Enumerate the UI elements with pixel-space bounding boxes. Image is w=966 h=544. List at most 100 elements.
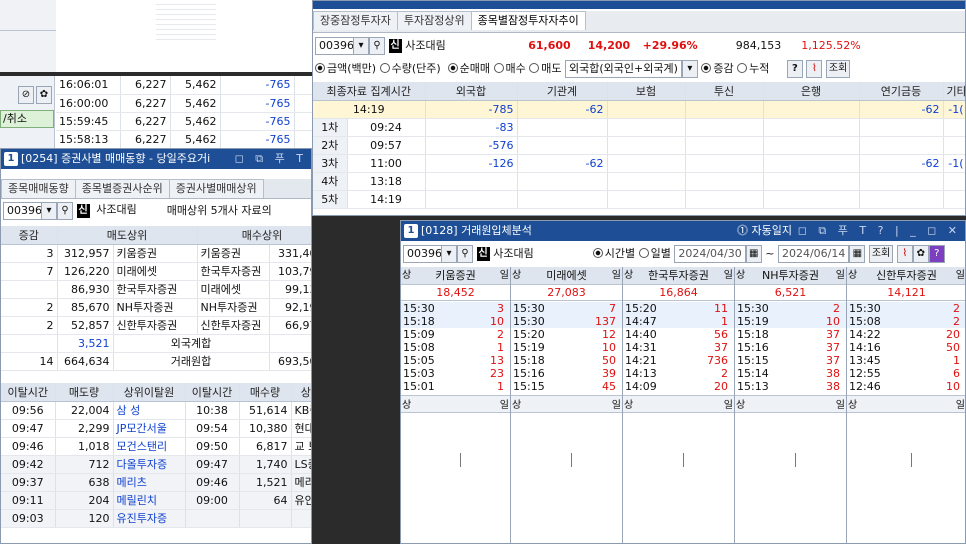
- tick-row[interactable]: 12:46 10: [847, 380, 965, 393]
- tick-row[interactable]: 15:18 50: [511, 354, 622, 367]
- search-icon[interactable]: ⚲: [57, 202, 73, 220]
- header-buy-top[interactable]: 매수상위: [197, 226, 311, 245]
- tab-1[interactable]: 종목매매동향: [1, 179, 76, 198]
- broker-column-header-2[interactable]: 상일: [735, 395, 846, 413]
- tick-row[interactable]: 15:08 2: [847, 315, 965, 328]
- departure-row[interactable]: 09:461,018모건스탠리09:506,817교 보: [1, 437, 311, 456]
- chevron-down-icon[interactable]: ▾: [441, 245, 457, 263]
- investor-header[interactable]: 투신: [685, 82, 764, 101]
- tick-row[interactable]: 15:14 38: [735, 367, 846, 380]
- tick-row[interactable]: 14:47 1: [623, 315, 734, 328]
- departure-header[interactable]: 상위이탈원: [291, 383, 311, 402]
- broker-column-header-2[interactable]: 상일: [401, 395, 510, 413]
- radio-sell[interactable]: [529, 63, 540, 73]
- window-titlebar[interactable]: 1 [0254] 증권사별 매매동향 - 당일주요거i ◻ ⧉ 푸 T: [1, 149, 311, 169]
- departure-row[interactable]: 09:37638메리츠09:461,521메리츠: [1, 473, 311, 492]
- tick-row[interactable]: 15:30 137: [511, 315, 622, 328]
- latest-row[interactable]: 14:19 -785 -62 -62 -1(: [313, 100, 965, 119]
- investor-header[interactable]: 보험: [607, 82, 686, 101]
- tick-row[interactable]: 15:30 3: [401, 302, 510, 315]
- stock-code-input[interactable]: 003960: [315, 37, 361, 55]
- radio-by-day[interactable]: [638, 248, 649, 258]
- tick-row[interactable]: 15:13 38: [735, 380, 846, 393]
- tick-row[interactable]: 15:05 13: [401, 354, 510, 367]
- broker-column-header[interactable]: 상 키움증권 일: [401, 267, 510, 285]
- radio-change[interactable]: [701, 63, 712, 73]
- tick-row[interactable]: 15:58:13 6,227 5,462 -765: [56, 130, 312, 148]
- tick-row[interactable]: 15:01 1: [401, 380, 510, 393]
- departure-header[interactable]: 상위이탈원: [113, 383, 186, 402]
- broker-column-header-2[interactable]: 상일: [511, 395, 622, 413]
- tick-row[interactable]: 15:03 23: [401, 367, 510, 380]
- gear-icon[interactable]: ✿: [36, 86, 52, 104]
- query-button[interactable]: 조회: [825, 60, 851, 78]
- tick-row[interactable]: 15:16 39: [511, 367, 622, 380]
- window-titlebar[interactable]: [313, 1, 965, 9]
- cancel-button[interactable]: /취소: [0, 110, 54, 128]
- stock-code-input[interactable]: 003960: [3, 202, 49, 220]
- broker-row[interactable]: 3312,957키움증권키움증권331,409: [1, 244, 311, 263]
- radio-cumulative[interactable]: [737, 63, 748, 73]
- tick-row[interactable]: 15:30 2: [735, 302, 846, 315]
- tick-row[interactable]: 14:40 56: [623, 328, 734, 341]
- tick-row[interactable]: 14:21 736: [623, 354, 734, 367]
- window-titlebar[interactable]: 1 [0128] 거래원입체분석 ⓵ 자동일지 ◻ ⧉ 푸 T ? | _ ◻ …: [401, 221, 965, 241]
- window-controls-icon[interactable]: ◻ ⧉ 푸 T: [235, 149, 307, 169]
- broker-column-header[interactable]: 상 NH투자증권 일: [735, 267, 846, 285]
- tick-row[interactable]: 15:19 10: [735, 315, 846, 328]
- round-row[interactable]: 3차 11:00 -126 -62 -62 -1(: [313, 154, 965, 173]
- round-row[interactable]: 2차 09:57 -576: [313, 136, 965, 155]
- autosave-label[interactable]: 자동일지: [752, 224, 792, 237]
- tick-row[interactable]: 15:59:45 6,227 5,462 -765: [56, 112, 312, 131]
- tick-row[interactable]: 15:09 2: [401, 328, 510, 341]
- round-row[interactable]: 1차 09:24 -83: [313, 118, 965, 137]
- help-icon[interactable]: ?: [928, 245, 945, 263]
- tab-3[interactable]: 증권사별매매상위: [168, 179, 264, 198]
- chevron-down-icon[interactable]: ▾: [681, 60, 698, 78]
- investor-header[interactable]: 은행: [763, 82, 860, 101]
- tick-row[interactable]: 14:22 20: [847, 328, 965, 341]
- tick-row[interactable]: 14:31 37: [623, 341, 734, 354]
- tick-row[interactable]: 15:15 37: [735, 354, 846, 367]
- chevron-down-icon[interactable]: ▾: [353, 37, 369, 55]
- broker-row[interactable]: 252,857신한투자증권신한투자증권66,978: [1, 316, 311, 335]
- scroll-track[interactable]: [156, 0, 216, 40]
- search-icon[interactable]: ⚲: [369, 37, 385, 55]
- query-button[interactable]: 조회: [868, 245, 894, 263]
- stock-name-field[interactable]: 사조대림: [93, 202, 164, 220]
- departure-header[interactable]: 매도량: [55, 383, 114, 402]
- date-to-input[interactable]: 2024/06/14: [777, 245, 850, 263]
- edit-icon[interactable]: ⊘: [18, 86, 34, 104]
- departure-header[interactable]: 매수량: [239, 383, 292, 402]
- search-icon[interactable]: ⚲: [457, 245, 473, 263]
- tab-1[interactable]: 장중잠정투자자: [313, 11, 398, 30]
- investor-header[interactable]: 외국합: [425, 82, 518, 101]
- departure-row[interactable]: 09:472,299JP모간서울09:5410,380현대차증권: [1, 419, 311, 438]
- tick-row[interactable]: 15:30 7: [511, 302, 622, 315]
- departure-row[interactable]: 09:11204메릴린치09:0064유안타: [1, 491, 311, 510]
- investor-header[interactable]: 연기금등: [859, 82, 944, 101]
- broker-row[interactable]: 86,930한국투자증권미래에셋99,137137: [1, 280, 311, 299]
- date-from-input[interactable]: 2024/04/30: [674, 245, 746, 263]
- tick-row[interactable]: 14:13 2: [623, 367, 734, 380]
- broker-column-header[interactable]: 상 미래에셋 일: [511, 267, 622, 285]
- header-sell-top[interactable]: 매도상위: [57, 226, 198, 245]
- tick-row[interactable]: 13:45 1: [847, 354, 965, 367]
- tick-row[interactable]: 15:18 37: [735, 328, 846, 341]
- calendar-icon[interactable]: ▦: [745, 245, 762, 263]
- help-icon[interactable]: ?: [786, 60, 803, 78]
- tick-row[interactable]: 12:55 6: [847, 367, 965, 380]
- radio-buy[interactable]: [493, 63, 504, 73]
- tick-row[interactable]: 15:19 10: [511, 341, 622, 354]
- tab-2[interactable]: 투자잠정상위: [396, 11, 472, 30]
- round-row[interactable]: 5차 14:19: [313, 190, 965, 209]
- tick-row[interactable]: 15:20 12: [511, 328, 622, 341]
- radio-net[interactable]: [447, 63, 458, 73]
- tab-3[interactable]: 종목별잠정투자자추이: [470, 11, 586, 30]
- tick-row[interactable]: 15:30 2: [847, 302, 965, 315]
- chevron-down-icon[interactable]: ▾: [41, 202, 57, 220]
- investor-header[interactable]: 기관계: [517, 82, 608, 101]
- tick-row[interactable]: 14:09 20: [623, 380, 734, 393]
- investor-header[interactable]: 기타법인: [943, 82, 965, 101]
- broker-row[interactable]: 285,670NH투자증권NH투자증권92,191: [1, 298, 311, 317]
